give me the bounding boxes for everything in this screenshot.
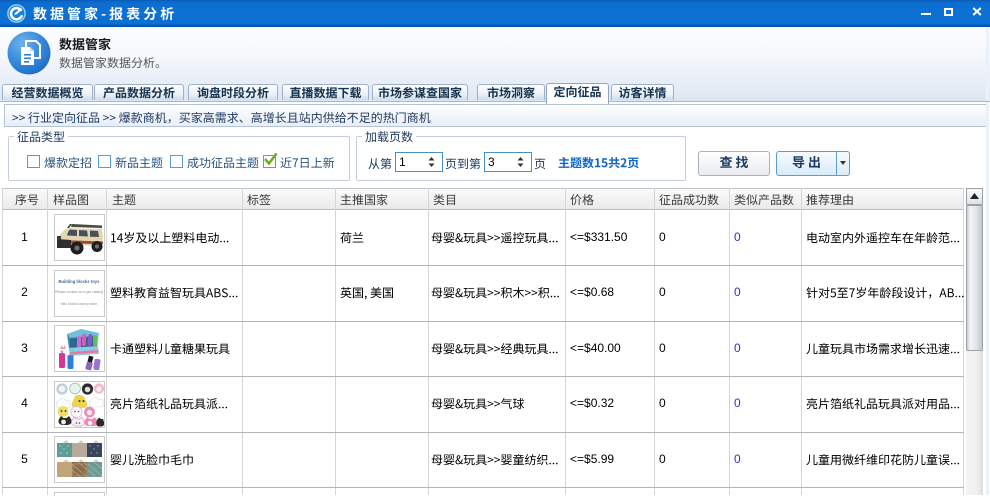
svg-text:Mini blocks factory store: Mini blocks factory store — [61, 302, 97, 306]
svg-text:Please contact us to get catal: Please contact us to get catalog — [55, 290, 103, 294]
svg-text:Building blocks toys: Building blocks toys — [59, 279, 101, 284]
